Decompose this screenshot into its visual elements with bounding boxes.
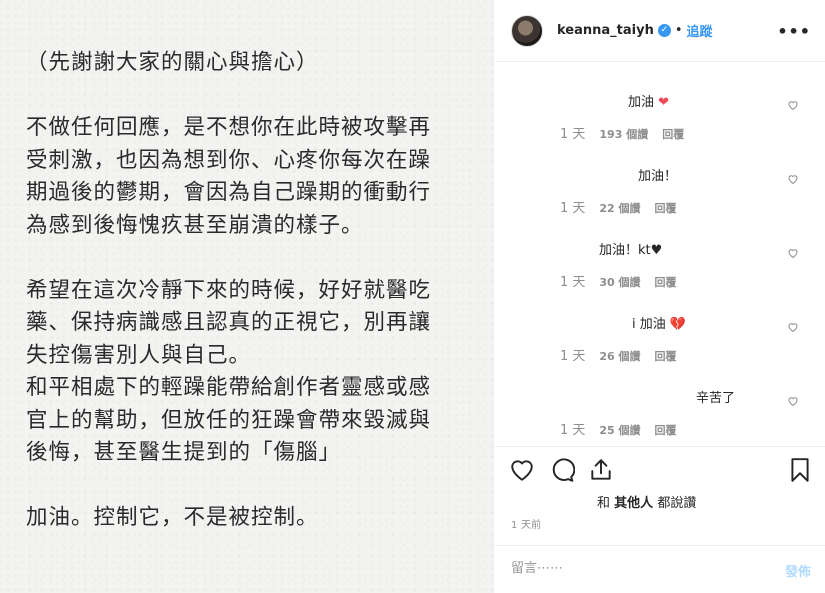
comment-item: i 加油 💔 1 天 26 個讚 回覆 <box>495 307 825 381</box>
post-panel: keanna_taiyh ✓ • 追蹤 ••• 加油 ❤ 1 天 193 個讚 回覆… <box>495 0 825 593</box>
comment-time: 1 天 <box>560 423 586 438</box>
reply-button[interactable]: 回覆 <box>655 202 677 215</box>
avatar[interactable] <box>511 14 543 47</box>
post-line: 加油。控制它，不是被控制。 <box>26 505 319 530</box>
comment-body: 加油！ <box>638 169 678 184</box>
username-link[interactable]: keanna_taiyh <box>557 23 654 38</box>
like-comment-heart-icon[interactable] <box>787 173 799 185</box>
post-timestamp[interactable]: 1 天前 <box>511 516 541 531</box>
post-header: keanna_taiyh ✓ • 追蹤 ••• <box>495 0 825 62</box>
post-text: （先謝謝大家的關心與擔心） 不做任何回應，是不想你在此時被攻擊再 受刺激，也因為… <box>26 47 476 535</box>
comment-item: 加油！kt♥ 1 天 30 個讚 回覆 <box>495 233 825 307</box>
comment-likes[interactable]: 26 個讚 <box>599 350 640 363</box>
reply-button[interactable]: 回覆 <box>655 350 677 363</box>
post-line: 後悔，甚至醫生提到的「傷腦」 <box>26 440 342 465</box>
action-bar <box>495 446 825 492</box>
comment-time: 1 天 <box>560 127 586 142</box>
post-line: 和平相處下的輕躁能帶給創作者靈感或感 <box>26 375 432 400</box>
comment-text: 辛苦了 <box>696 387 735 406</box>
likes-summary[interactable]: 和 其他人 都說讚 <box>597 492 696 511</box>
comment-time: 1 天 <box>560 201 586 216</box>
comment-composer: 發佈 <box>495 545 825 593</box>
post-comment-button[interactable]: 發佈 <box>785 561 811 580</box>
comment-item: 辛苦了 1 天 25 個讚 回覆 <box>495 381 825 446</box>
comment-text: i 加油 💔 <box>632 313 686 332</box>
comment-input[interactable] <box>511 561 761 576</box>
comment-meta: 1 天 30 個讚 回覆 <box>560 271 677 290</box>
share-icon[interactable] <box>588 457 614 483</box>
comments-list[interactable]: 加油 ❤ 1 天 193 個讚 回覆 加油！ 1 天 22 個讚 回覆 加油！kt♥ <box>495 63 825 446</box>
comment-body: 加油！kt♥ <box>599 243 663 258</box>
comment-text: 加油！kt♥ <box>599 239 662 258</box>
like-comment-heart-icon[interactable] <box>787 99 799 111</box>
post-image: （先謝謝大家的關心與擔心） 不做任何回應，是不想你在此時被攻擊再 受刺激，也因為… <box>0 0 494 593</box>
comment-bubble-icon[interactable] <box>549 457 575 483</box>
heart-emoji-icon: ❤ <box>658 95 670 110</box>
post-line: 期過後的鬱期，會因為自己躁期的衝動行 <box>26 180 432 205</box>
reply-button[interactable]: 回覆 <box>655 424 677 437</box>
like-comment-heart-icon[interactable] <box>787 247 799 259</box>
likes-others-link[interactable]: 其他人 <box>614 496 653 511</box>
comment-meta: 1 天 25 個讚 回覆 <box>560 419 677 438</box>
comment-likes[interactable]: 25 個讚 <box>599 424 640 437</box>
verified-badge-icon: ✓ <box>657 24 671 37</box>
like-heart-icon[interactable] <box>509 457 535 483</box>
comment-time: 1 天 <box>560 349 586 364</box>
comment-text: 加油！ <box>638 165 677 184</box>
broken-heart-emoji-icon: 💔 <box>669 317 687 332</box>
post-line: 受刺激，也因為想到你、心疼你每次在躁 <box>26 147 432 173</box>
comment-time: 1 天 <box>560 275 586 290</box>
post-line: （先謝謝大家的關心與擔心） <box>26 50 319 75</box>
comment-item: 加油 ❤ 1 天 193 個讚 回覆 <box>495 85 825 159</box>
post-line: 藥、保持病識感且認真的正視它，別再讓 <box>26 310 432 335</box>
comment-body: i 加油 <box>632 317 666 332</box>
comment-meta: 1 天 193 個讚 回覆 <box>560 123 684 142</box>
bookmark-icon[interactable] <box>787 457 813 483</box>
likes-prefix: 和 <box>597 496 611 511</box>
reply-button[interactable]: 回覆 <box>655 276 677 289</box>
comment-body: 加油 <box>628 95 655 110</box>
comment-meta: 1 天 26 個讚 回覆 <box>560 345 677 364</box>
separator-dot: • <box>674 23 683 38</box>
likes-suffix: 都說讚 <box>657 496 697 511</box>
post-line: 官上的幫助，但放任的狂躁會帶來毀滅與 <box>26 407 432 433</box>
comment-likes[interactable]: 30 個讚 <box>599 276 640 289</box>
post-line: 失控傷害別人與自己。 <box>26 342 252 368</box>
comment-body: 辛苦了 <box>696 391 736 406</box>
more-options-icon[interactable]: ••• <box>777 22 811 41</box>
comment-likes[interactable]: 193 個讚 <box>599 128 648 141</box>
post-line: 不做任何回應，是不想你在此時被攻擊再 <box>26 115 432 140</box>
follow-button[interactable]: 追蹤 <box>687 21 713 40</box>
like-comment-heart-icon[interactable] <box>787 395 799 407</box>
reply-button[interactable]: 回覆 <box>662 128 684 141</box>
comment-likes[interactable]: 22 個讚 <box>599 202 640 215</box>
post-line: 希望在這次冷靜下來的時候，好好就醫吃 <box>26 277 432 303</box>
post-line: 為感到後悔愧疚甚至崩潰的樣子。 <box>26 212 364 238</box>
like-comment-heart-icon[interactable] <box>787 321 799 333</box>
comment-item: 加油！ 1 天 22 個讚 回覆 <box>495 159 825 233</box>
comment-text: 加油 ❤ <box>628 91 669 110</box>
comment-meta: 1 天 22 個讚 回覆 <box>560 197 677 216</box>
